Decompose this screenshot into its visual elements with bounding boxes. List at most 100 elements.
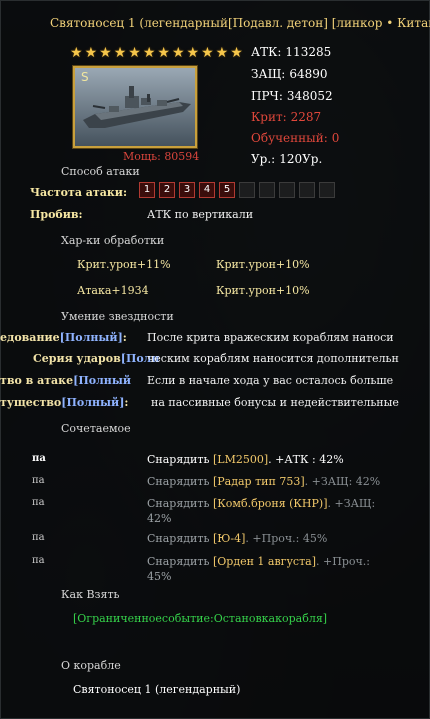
- section-combos: Сочетаемое: [61, 422, 131, 435]
- star-icon: ★: [70, 45, 83, 61]
- skill-full-tag: [Полный]: [61, 396, 125, 409]
- stat-value: 64890: [289, 67, 328, 81]
- processing-bonus: Крит.урон+10%: [216, 284, 310, 297]
- combo-item: [Ю-4]: [212, 532, 246, 545]
- frequency-box: 2: [159, 182, 175, 198]
- ship-portrait[interactable]: S: [73, 66, 197, 148]
- combo-tag: па: [32, 475, 45, 486]
- attack-frequency-label: Частота атаки:: [30, 186, 128, 199]
- combo-prefix: Снарядить: [147, 497, 213, 510]
- combo-tag: па: [32, 497, 45, 508]
- frequency-box-empty: [259, 182, 275, 198]
- skill-name[interactable]: тущество[Полный]:: [0, 396, 128, 409]
- combo-item: [LM2500]: [212, 453, 269, 466]
- star-rating: ★ ★ ★ ★ ★ ★ ★ ★ ★ ★ ★ ★: [70, 46, 243, 60]
- star-icon: ★: [186, 45, 200, 61]
- combo-tag: па: [32, 555, 45, 566]
- combo-effect: . +Проч.: 45%: [245, 532, 328, 545]
- combo-tag: па: [32, 453, 46, 464]
- star-icon: ★: [113, 45, 127, 61]
- skill-name[interactable]: Серия ударов[Полн: [33, 352, 159, 365]
- pierce-value: АТК по вертикали: [147, 208, 254, 221]
- skill-description: Если в начале хода у вас осталось больше: [147, 374, 394, 387]
- frequency-box: 4: [199, 182, 215, 198]
- skill-description: на пассивные бонусы и недействительные: [151, 396, 399, 409]
- frequency-box-empty: [279, 182, 295, 198]
- about-ship-text: Святоносец 1 (легендарный): [73, 683, 241, 696]
- stat-defense: ЗАЩ: 64890: [251, 67, 328, 81]
- source-event-link[interactable]: [Ограниченноесобытие:Остановкакорабля]: [73, 612, 327, 625]
- stat-trained: Обученный: 0: [251, 131, 339, 145]
- processing-bonus: Крит.урон+11%: [77, 258, 171, 271]
- star-icon: ★: [201, 45, 214, 61]
- skill-name[interactable]: тво в атаке[Полный: [0, 374, 131, 387]
- combo-entry[interactable]: Снарядить [LM2500]. +АТК : 42%: [147, 453, 344, 466]
- stat-crit: Крит: 2287: [251, 110, 321, 124]
- star-icon: ★: [157, 45, 170, 61]
- ship-title: Святоносец 1 (легендарный[Подавл. детон]…: [50, 16, 430, 30]
- skill-name-text: тво в атаке: [0, 374, 74, 387]
- frequency-box: 5: [219, 182, 235, 198]
- combo-effect: . +АТК : 42%: [268, 453, 344, 466]
- stat-label: ЗАЩ:: [251, 67, 286, 81]
- combo-entry[interactable]: Снарядить [Орден 1 августа]. +Проч.:: [147, 555, 370, 568]
- stat-value: 113285: [285, 45, 332, 59]
- stat-value: 0: [331, 131, 340, 145]
- star-icon: ★: [84, 45, 98, 61]
- combo-item: [Орден 1 августа]: [212, 555, 317, 568]
- frequency-box-empty: [299, 182, 315, 198]
- skill-suffix: :: [122, 331, 127, 344]
- combo-item: [Комб.броня (КНР)]: [212, 497, 328, 510]
- stat-label: Обученный:: [251, 131, 328, 145]
- section-processing: Хар-ки обработки: [61, 234, 165, 247]
- stat-value: 120Ур.: [279, 152, 323, 166]
- stat-attack: АТК: 113285: [251, 45, 331, 59]
- power-label: Мощь:: [123, 150, 161, 163]
- combo-entry[interactable]: Снарядить [Комб.броня (КНР)]. +ЗАЩ:: [147, 497, 375, 510]
- ship-info-panel: Святоносец 1 (легендарный[Подавл. детон]…: [0, 0, 430, 719]
- frequency-box: 1: [139, 182, 155, 198]
- stat-value: 2287: [290, 110, 322, 124]
- processing-bonus: Атака+1934: [77, 284, 149, 297]
- combo-tag: па: [32, 532, 45, 543]
- power-value: 80594: [164, 150, 200, 163]
- stat-level: Ур.: 120Ур.: [251, 152, 322, 166]
- star-icon: ★: [142, 45, 156, 61]
- pierce-label: Пробив:: [30, 208, 83, 221]
- stat-label: АТК:: [251, 45, 282, 59]
- section-star-skills: Умение звездности: [61, 310, 174, 323]
- section-how-to-get: Как Взять: [61, 588, 120, 601]
- power-display: Мощь: 80594: [123, 150, 199, 163]
- combo-continuation: 42%: [147, 512, 172, 525]
- skill-name[interactable]: едование[Полный]:: [0, 331, 127, 344]
- combo-entry[interactable]: Снарядить [Радар тип 753]. +ЗАЩ: 42%: [147, 475, 380, 488]
- skill-name-text: едование: [0, 331, 60, 344]
- grade-badge: S: [81, 70, 89, 84]
- star-icon: ★: [215, 45, 229, 61]
- combo-prefix: Снарядить: [147, 475, 213, 488]
- skill-description: ческим кораблям наносится дополнительн: [147, 352, 399, 365]
- star-icon: ★: [128, 45, 141, 61]
- skill-name-text: тущество: [0, 396, 62, 409]
- combo-entry[interactable]: Снарядить [Ю-4]. +Проч.: 45%: [147, 532, 327, 545]
- skill-suffix: :: [124, 396, 129, 409]
- battleship-image: [75, 68, 195, 146]
- attack-frequency-indicator: 1 2 3 4 5: [139, 182, 335, 198]
- combo-effect: . +Проч.:: [316, 555, 370, 568]
- processing-bonus: Крит.урон+10%: [216, 258, 310, 271]
- stat-label: ПРЧ:: [251, 89, 283, 103]
- stat-label: Крит:: [251, 110, 287, 124]
- stat-label: Ур.:: [251, 152, 276, 166]
- combo-prefix: Снарядить: [147, 453, 213, 466]
- star-icon: ★: [99, 45, 112, 61]
- section-about-ship: О корабле: [61, 659, 121, 672]
- combo-continuation: 45%: [147, 570, 172, 583]
- frequency-box: 3: [179, 182, 195, 198]
- skill-description: После крита вражеским кораблям наноси: [147, 331, 394, 344]
- skill-full-tag: [Полный: [73, 374, 132, 387]
- section-attack-method: Способ атаки: [61, 165, 140, 178]
- frequency-box-empty: [319, 182, 335, 198]
- frequency-box-empty: [239, 182, 255, 198]
- skill-full-tag: [Полный]: [59, 331, 123, 344]
- stat-durability: ПРЧ: 348052: [251, 89, 333, 103]
